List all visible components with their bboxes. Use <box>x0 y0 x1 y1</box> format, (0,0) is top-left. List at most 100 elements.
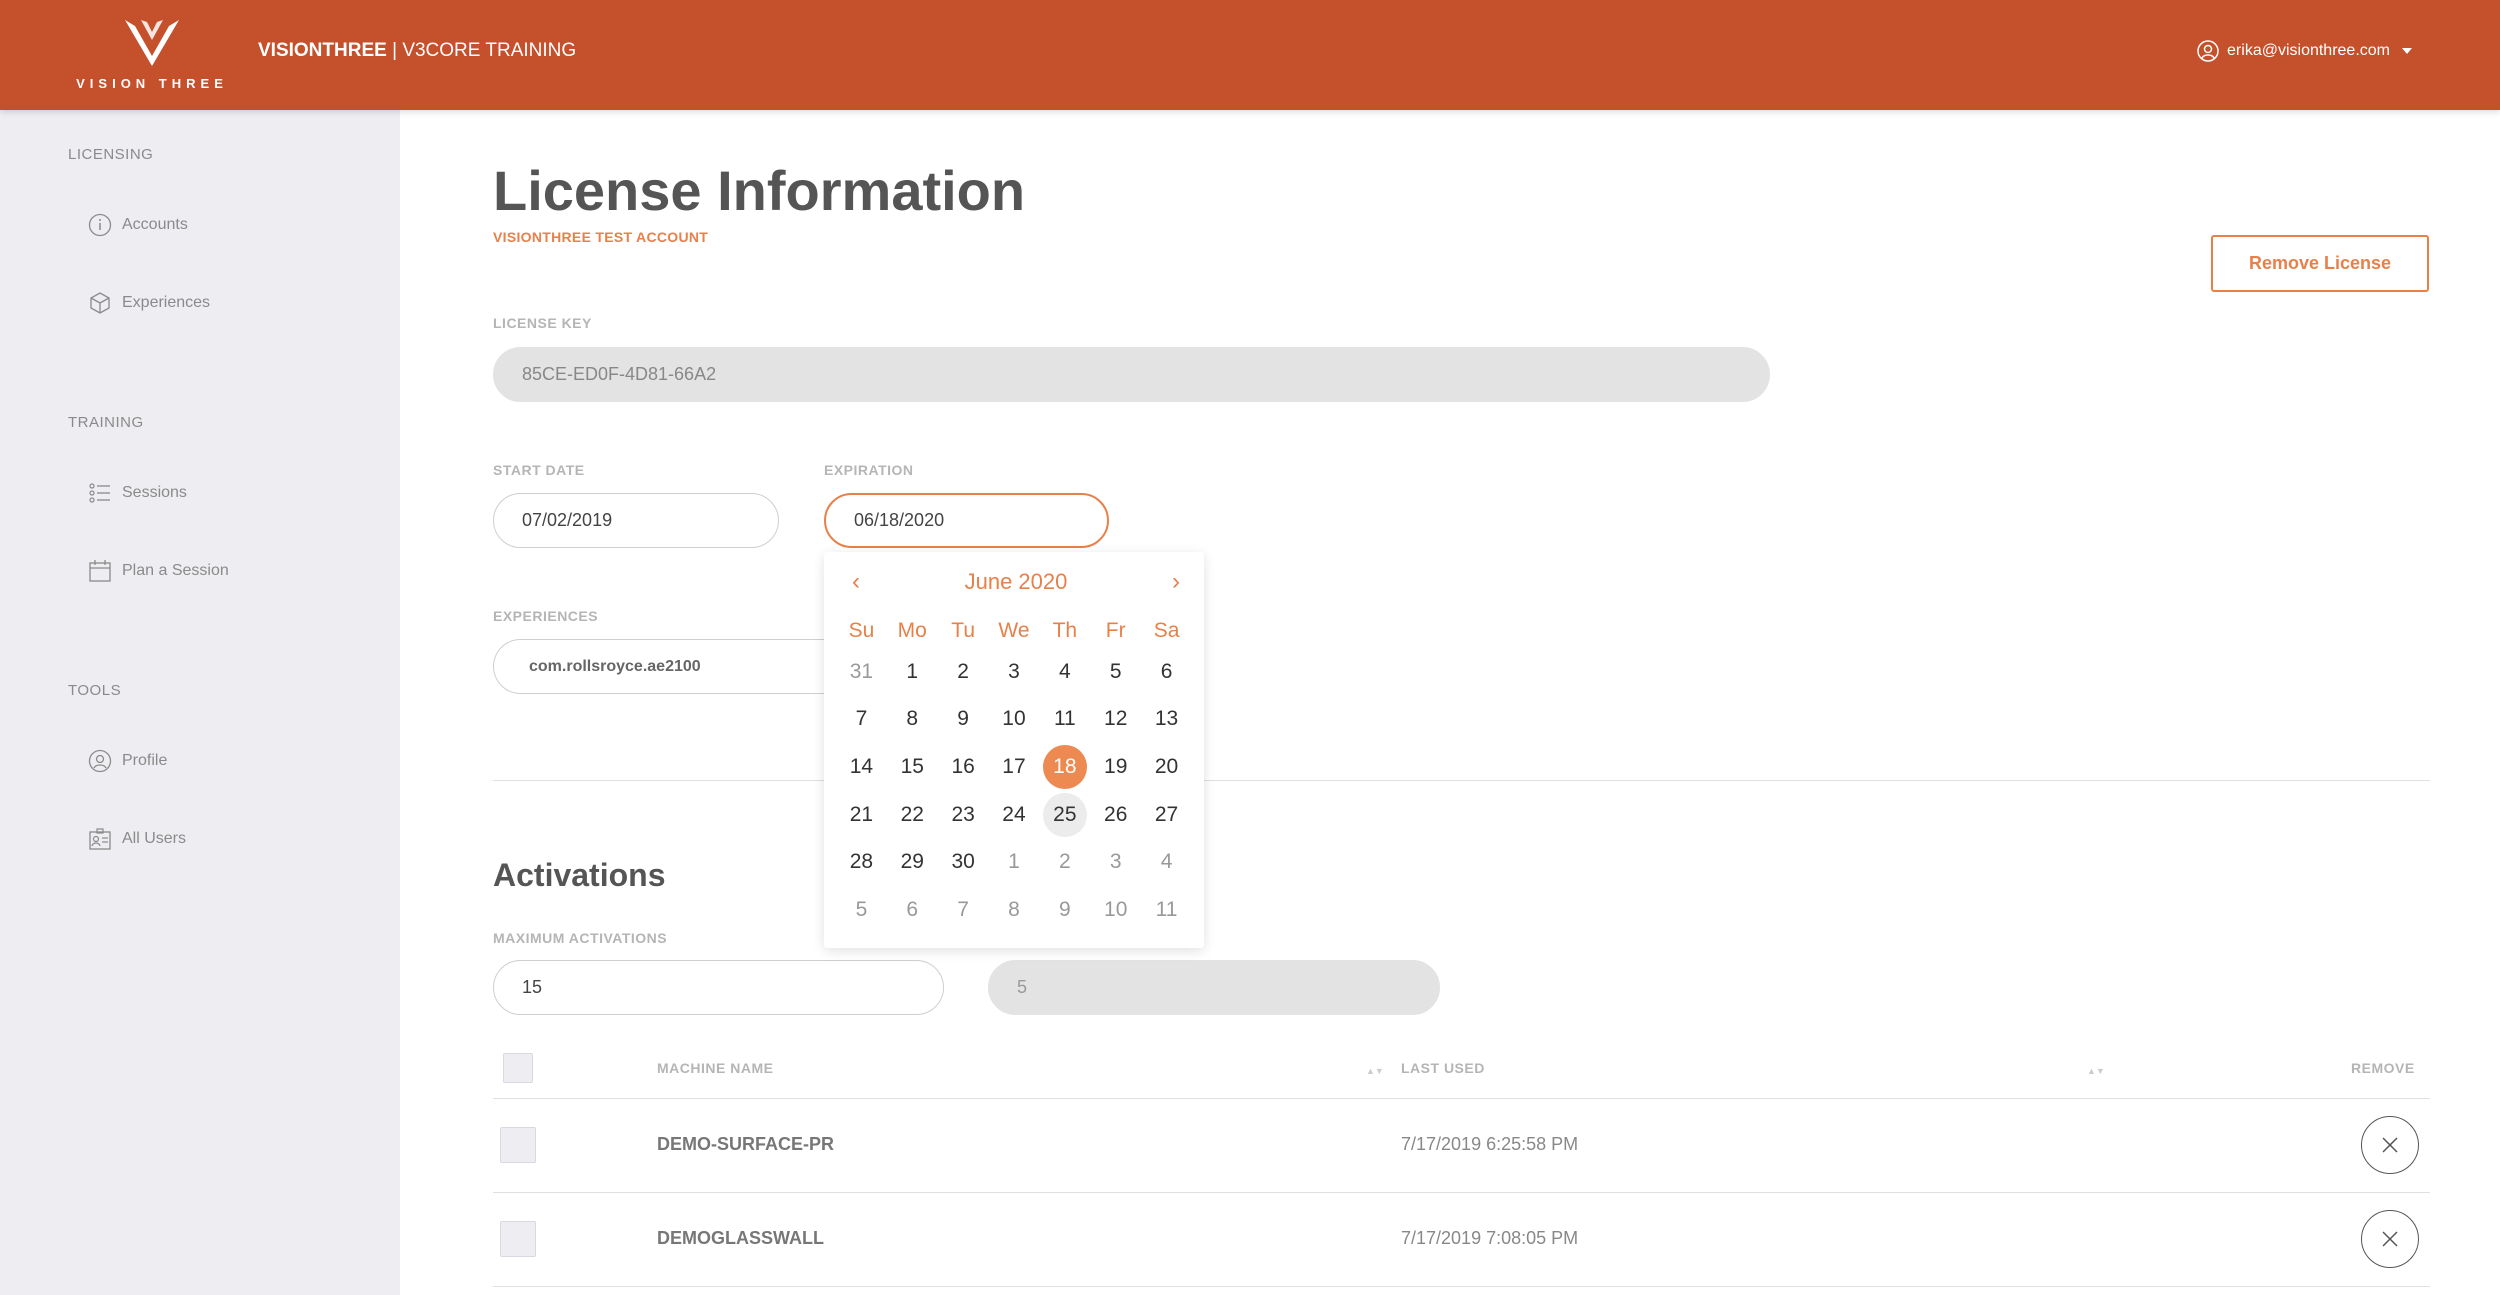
activations-title: Activations <box>493 857 666 893</box>
next-month-button[interactable]: › <box>1172 570 1180 594</box>
calendar-day[interactable]: 1 <box>887 648 938 696</box>
prev-month-button[interactable]: ‹ <box>852 570 860 594</box>
calendar-day[interactable]: 7 <box>836 696 887 744</box>
logo-text: VISION THREE <box>76 76 228 91</box>
calendar-day[interactable]: 10 <box>989 696 1040 744</box>
calendar-day[interactable]: 20 <box>1141 743 1192 791</box>
calendar-day[interactable]: 3 <box>1090 838 1141 886</box>
calendar-day[interactable]: 25 <box>1039 791 1090 839</box>
calendar-day[interactable]: 6 <box>887 886 938 934</box>
calendar-day[interactable]: 4 <box>1141 838 1192 886</box>
current-activations-field: 5 <box>988 960 1440 1015</box>
calendar-day-number: 6 <box>1160 659 1173 683</box>
weekday-label: We <box>998 619 1030 642</box>
select-all-checkbox[interactable] <box>503 1053 533 1083</box>
calendar-day[interactable]: 7 <box>938 886 989 934</box>
table-header-divider <box>493 1098 2430 1099</box>
calendar-day[interactable]: 31 <box>836 648 887 696</box>
calendar-day[interactable]: 27 <box>1141 791 1192 839</box>
calendar-day[interactable]: 3 <box>989 648 1040 696</box>
calendar-day[interactable]: 8 <box>887 696 938 744</box>
remove-activation-button[interactable] <box>2361 1210 2419 1268</box>
calendar-day-number: 20 <box>1154 754 1179 778</box>
calendar-day[interactable]: 28 <box>836 838 887 886</box>
calendar-day[interactable]: 11 <box>1039 696 1090 744</box>
calendar-day[interactable]: 4 <box>1039 648 1090 696</box>
calendar-day[interactable]: 5 <box>836 886 887 934</box>
chevron-down-icon <box>2402 48 2412 54</box>
user-menu[interactable]: erika@visionthree.com <box>2197 40 2412 62</box>
calendar-day-number: 2 <box>957 659 969 683</box>
calendar-day[interactable]: 6 <box>1141 648 1192 696</box>
close-icon <box>2382 1231 2398 1247</box>
max-activations-input[interactable]: 15 <box>493 960 944 1015</box>
calendar-day-number: 27 <box>1154 802 1179 826</box>
calendar-day[interactable]: 19 <box>1090 743 1141 791</box>
calendar-day[interactable]: 22 <box>887 791 938 839</box>
top-bar: VISION THREE VISIONTHREE | V3CORE TRAINI… <box>0 0 2500 110</box>
sort-icon[interactable]: ▲▼ <box>1366 1066 1384 1076</box>
id-card-icon <box>89 828 111 850</box>
sidebar-item-experiences[interactable]: Experiences <box>88 291 210 315</box>
sidebar-item-sessions[interactable]: Sessions <box>88 481 187 505</box>
calendar-day[interactable]: 5 <box>1090 648 1141 696</box>
calendar-day[interactable]: 1 <box>989 838 1040 886</box>
calendar-day-number: 15 <box>900 754 924 778</box>
machine-name: DEMO-SURFACE-PR <box>657 1134 835 1154</box>
sort-icon[interactable]: ▲▼ <box>2087 1066 2105 1076</box>
sidebar-item-profile[interactable]: Profile <box>88 749 167 773</box>
calendar-day[interactable]: 13 <box>1141 696 1192 744</box>
weekday-label: Sa <box>1153 619 1180 642</box>
calendar-day[interactable]: 24 <box>989 791 1040 839</box>
last-used: 7/17/2019 7:08:05 PM <box>1401 1228 1579 1248</box>
calendar-day-selected[interactable]: 18 <box>1039 743 1090 791</box>
calendar-day-number: 12 <box>1104 707 1128 731</box>
account-name: VISIONTHREE TEST ACCOUNT <box>493 229 709 245</box>
calendar-day[interactable]: 12 <box>1090 696 1141 744</box>
sidebar-item-accounts[interactable]: Accounts <box>88 213 188 237</box>
calendar-day-number: 1 <box>906 659 919 683</box>
calendar-day[interactable]: 23 <box>938 791 989 839</box>
calendar-day[interactable]: 10 <box>1090 886 1141 934</box>
calendar-day[interactable]: 2 <box>938 648 989 696</box>
calendar-day[interactable]: 17 <box>989 743 1040 791</box>
expiration-input[interactable]: 06/18/2020 <box>824 493 1109 548</box>
start-date-input[interactable]: 07/02/2019 <box>493 493 779 548</box>
calendar-day[interactable]: 9 <box>1039 886 1090 934</box>
weekday-label: Th <box>1052 619 1078 642</box>
calendar-day[interactable]: 8 <box>989 886 1040 934</box>
sidebar-item-all-users[interactable]: All Users <box>88 827 186 851</box>
month-title[interactable]: June 2020 <box>965 569 1068 595</box>
remove-license-button[interactable]: Remove License <box>2211 235 2429 292</box>
column-last-used[interactable]: LAST USED <box>1401 1060 1485 1076</box>
sidebar-section-licensing: LICENSING <box>68 146 154 163</box>
calendar-day-number: 28 <box>849 850 874 874</box>
cube-icon <box>90 292 110 314</box>
sidebar-item-label: Sessions <box>122 484 187 501</box>
calendar-day-number: 1 <box>1008 850 1020 874</box>
column-machine-name[interactable]: MACHINE NAME <box>657 1060 773 1076</box>
calendar-day-number: 2 <box>1059 850 1071 874</box>
weekday-label: Tu <box>951 619 975 642</box>
calendar-day[interactable]: 26 <box>1090 791 1141 839</box>
calendar-day[interactable]: 21 <box>836 791 887 839</box>
column-remove: REMOVE <box>2351 1060 2415 1076</box>
weekday-label: Su <box>848 619 875 642</box>
user-circle-icon <box>2197 40 2219 62</box>
date-picker-header: ‹ June 2020 › <box>824 566 1204 598</box>
row-checkbox[interactable] <box>500 1221 536 1257</box>
calendar-day[interactable]: 30 <box>938 838 989 886</box>
machine-name: DEMOGLASSWALL <box>657 1228 824 1248</box>
calendar-day[interactable]: 9 <box>938 696 989 744</box>
calendar-day[interactable]: 14 <box>836 743 887 791</box>
row-checkbox[interactable] <box>500 1127 536 1163</box>
sidebar-item-plan-a-session[interactable]: Plan a Session <box>88 559 229 583</box>
remove-activation-button[interactable] <box>2361 1116 2419 1174</box>
visionthree-logo[interactable]: VISION THREE <box>68 18 236 94</box>
calendar-day[interactable]: 11 <box>1141 886 1192 934</box>
calendar-day[interactable]: 29 <box>887 838 938 886</box>
calendar-day[interactable]: 16 <box>938 743 989 791</box>
calendar-day[interactable]: 2 <box>1039 838 1090 886</box>
license-key-field[interactable]: 85CE-ED0F-4D81-66A2 <box>493 347 1770 402</box>
calendar-day[interactable]: 15 <box>887 743 938 791</box>
